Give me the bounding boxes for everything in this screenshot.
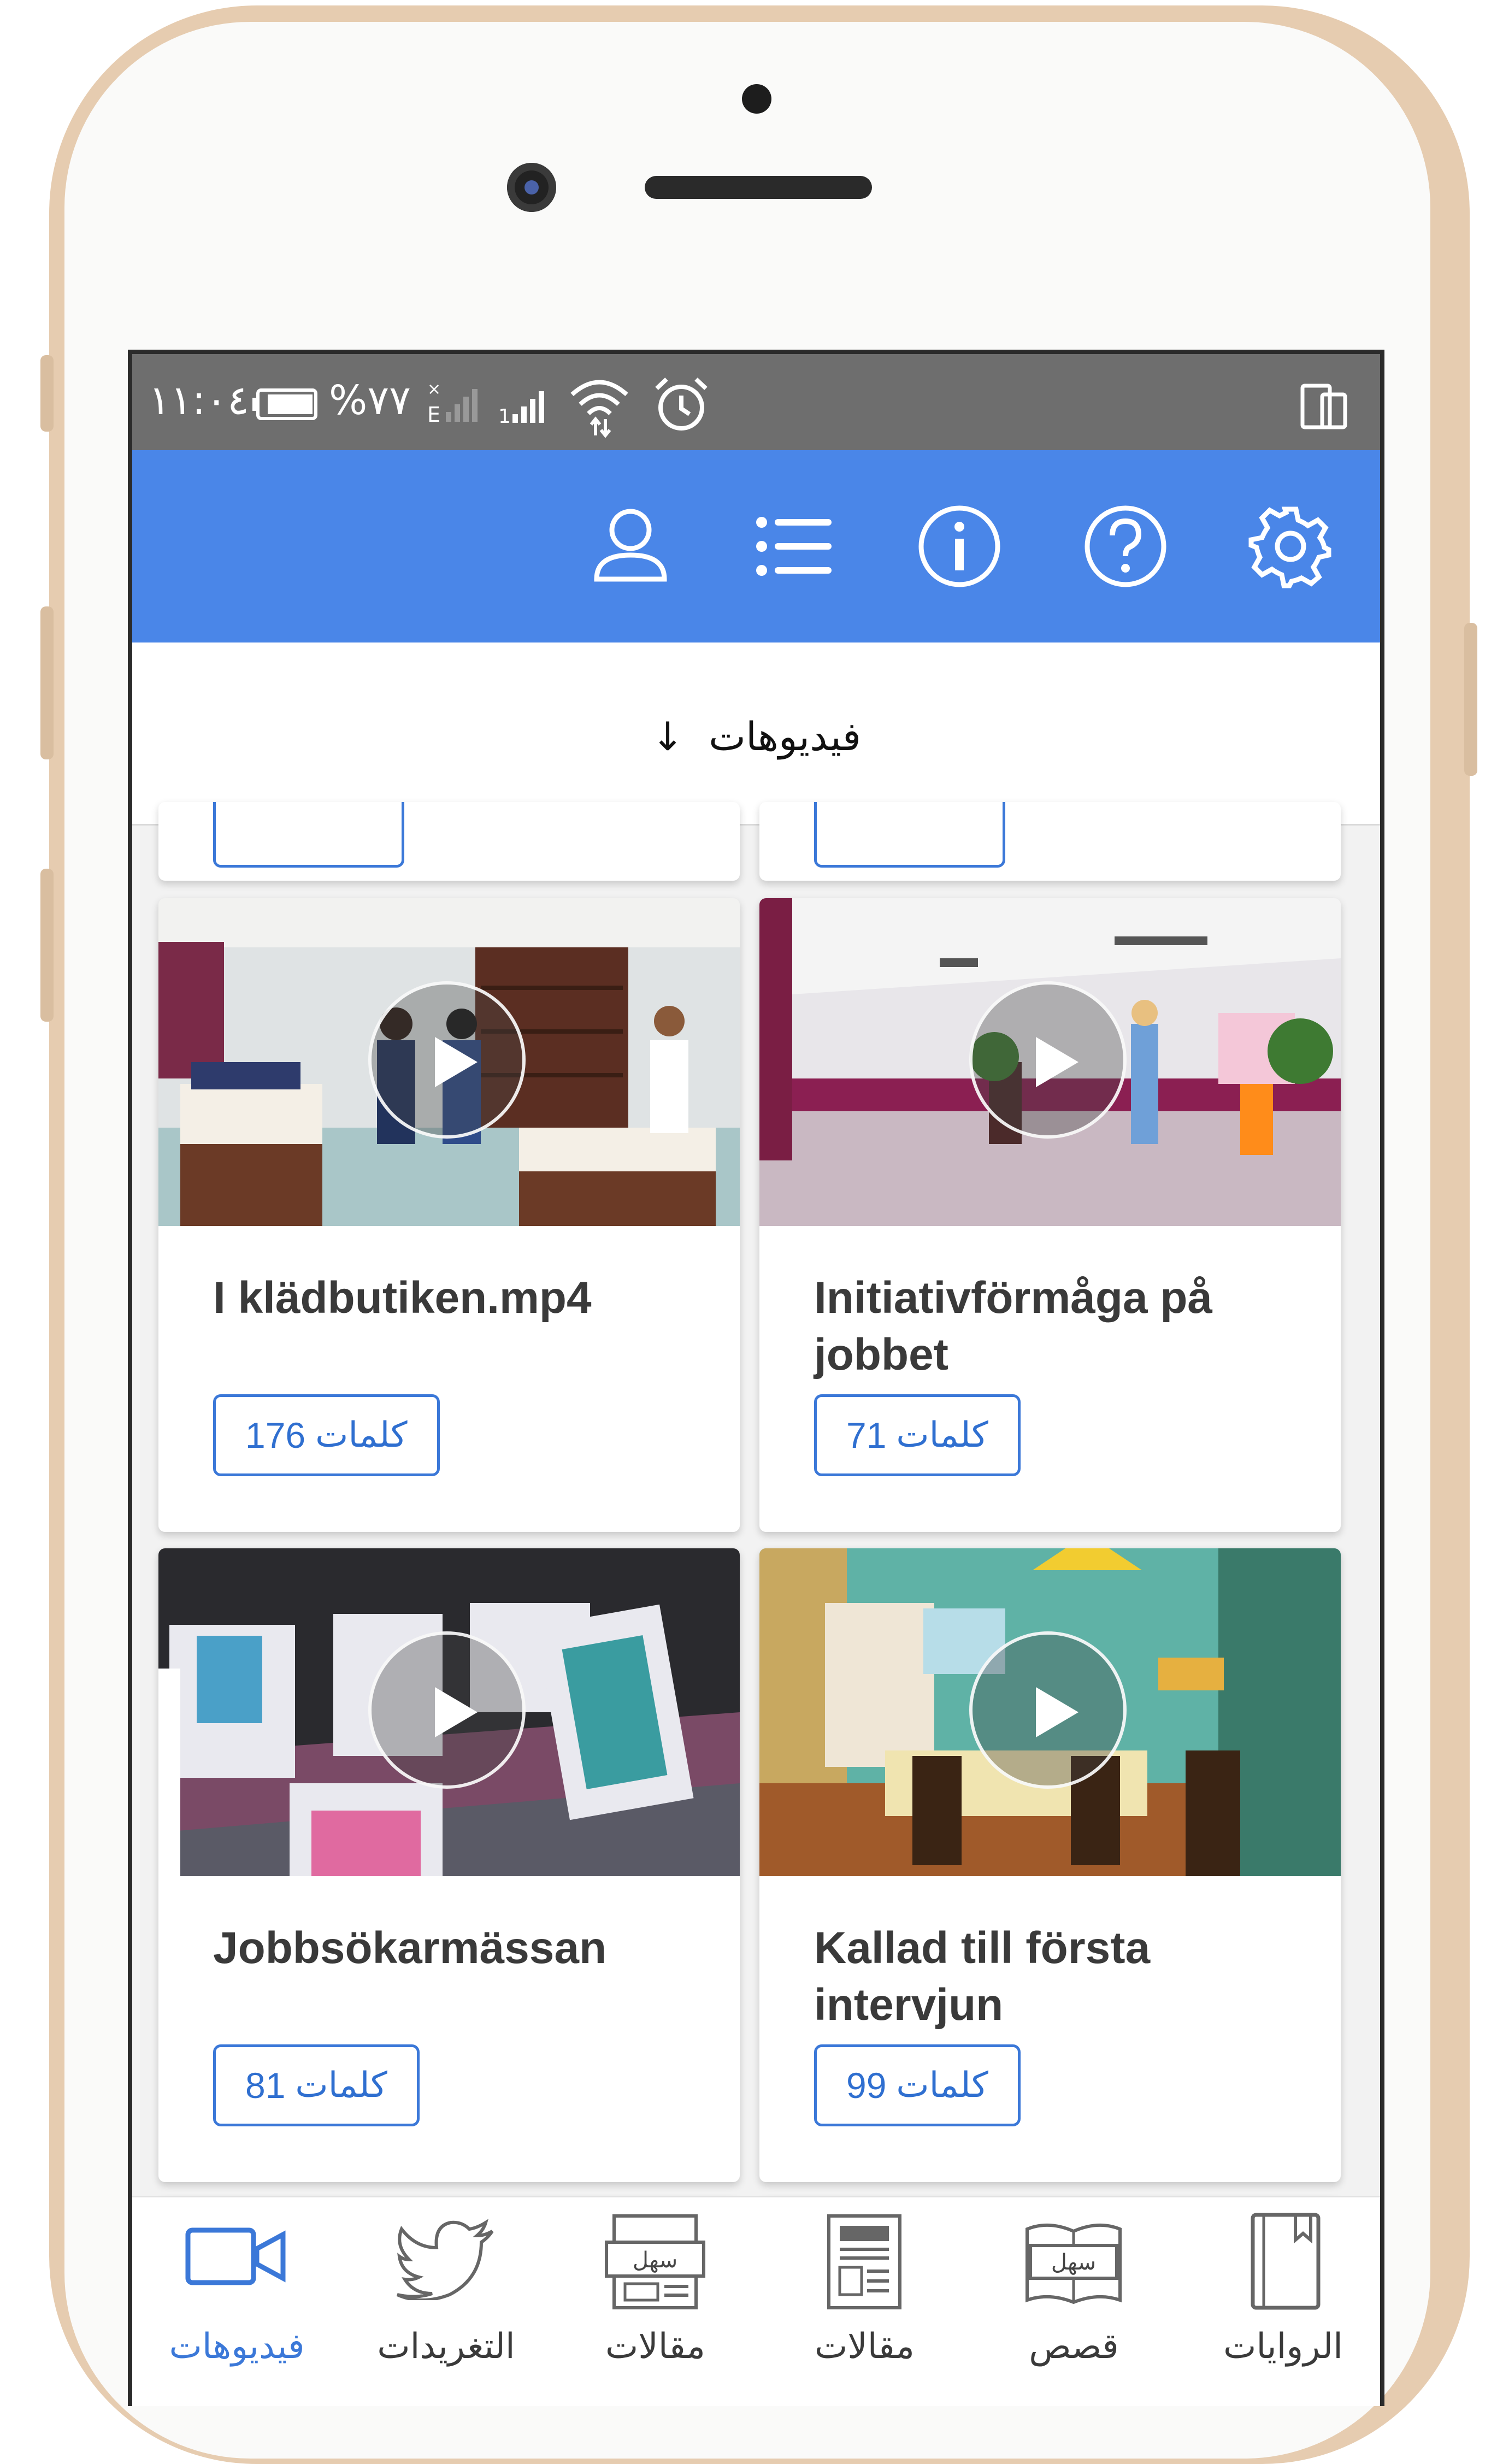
bottom-navigation: فيديوهات التغريدات سهل مقالات مقالات سهل…	[132, 2196, 1380, 2406]
proximity-sensor	[742, 84, 771, 114]
word-count-unit: كلمات	[896, 1415, 988, 1455]
video-card[interactable]: Kallad till första intervjun 99 كلمات	[759, 1548, 1341, 2182]
word-count-badge-partial	[814, 802, 1005, 868]
nav-label: الروايات	[1223, 2326, 1343, 2367]
rotate-screen-icon	[1300, 384, 1347, 429]
nav-label: مقالات	[815, 2326, 915, 2367]
nav-item-novels[interactable]: الروايات	[1178, 2197, 1380, 2406]
word-count-badge-partial	[213, 802, 404, 868]
nav-item-videos[interactable]: فيديوهات	[132, 2197, 341, 2406]
signal-no-data-icon: × E	[427, 380, 478, 425]
video-card-partial[interactable]	[158, 802, 740, 881]
phone-side-button	[1464, 623, 1477, 776]
video-card-partial[interactable]	[759, 802, 1341, 881]
word-count-unit: كلمات	[315, 1415, 408, 1455]
video-grid: I klädbutiken.mp4 176 كلمات Initiativför…	[132, 802, 1380, 2406]
nav-item-articles[interactable]: مقالات	[760, 2197, 969, 2406]
svg-text:سهل: سهل	[633, 2248, 677, 2273]
word-count-unit: كلمات	[896, 2065, 988, 2106]
nav-label: مقالات	[605, 2326, 705, 2367]
svg-text:×: ×	[427, 380, 441, 399]
word-count-badge[interactable]: 81 كلمات	[213, 2044, 420, 2126]
word-count-unit: كلمات	[295, 2065, 387, 2106]
section-header[interactable]: فيديوهات ↓	[132, 642, 1380, 826]
app-bar	[132, 450, 1380, 642]
video-card[interactable]: Initiativförmåga på jobbet 71 كلمات	[759, 898, 1341, 1532]
phone-side-button	[40, 606, 54, 759]
signal-icon: 1	[498, 391, 544, 425]
list-icon[interactable]	[751, 503, 838, 590]
front-camera	[507, 163, 556, 212]
play-button[interactable]	[368, 981, 526, 1139]
video-title: I klädbutiken.mp4	[213, 1273, 592, 1323]
video-thumbnail[interactable]	[759, 1548, 1341, 1876]
battery-percent: %٧٧	[329, 377, 411, 424]
video-icon	[185, 2227, 286, 2285]
video-title: Kallad till första intervjun	[814, 1923, 1151, 2030]
word-count: 81	[245, 2065, 286, 2106]
section-title[interactable]: فيديوهات ↓	[132, 714, 1380, 759]
word-count: 71	[846, 1415, 887, 1455]
wifi-icon	[570, 380, 628, 438]
alarm-icon	[655, 378, 708, 431]
status-bar: ١١:٠٤ %٧٧ × E 1	[132, 354, 1380, 450]
svg-text:E: E	[427, 403, 440, 425]
help-icon[interactable]	[1082, 503, 1169, 590]
word-count: 99	[846, 2065, 887, 2106]
svg-text:1: 1	[498, 405, 511, 425]
video-thumbnail[interactable]	[759, 898, 1341, 1226]
play-button[interactable]	[969, 1631, 1127, 1789]
play-button[interactable]	[368, 1631, 526, 1789]
nav-item-stories[interactable]: سهل قصص	[969, 2197, 1178, 2406]
easy-book-icon: سهل	[1025, 2223, 1122, 2304]
word-count-badge[interactable]: 99 كلمات	[814, 2044, 1021, 2126]
settings-icon[interactable]	[1247, 503, 1334, 590]
newspaper-icon	[827, 2214, 901, 2309]
info-icon[interactable]	[916, 503, 1003, 590]
video-thumbnail[interactable]	[158, 1548, 740, 1876]
profile-icon[interactable]	[587, 503, 674, 590]
nav-label: فيديوهات	[169, 2326, 305, 2367]
easy-newspaper-icon: سهل	[605, 2214, 705, 2309]
nav-item-easy-articles[interactable]: سهل مقالات	[551, 2197, 760, 2406]
nav-label: قصص	[1029, 2326, 1119, 2367]
earpiece-speaker	[645, 176, 872, 199]
video-card[interactable]: I klädbutiken.mp4 176 كلمات	[158, 898, 740, 1532]
battery-icon	[252, 388, 317, 420]
nav-item-tweets[interactable]: التغريدات	[341, 2197, 551, 2406]
word-count-badge[interactable]: 71 كلمات	[814, 1394, 1021, 1476]
word-count-badge[interactable]: 176 كلمات	[213, 1394, 440, 1476]
nav-label: التغريدات	[377, 2326, 515, 2367]
section-title-text: فيديوهات	[709, 714, 862, 759]
video-title: Jobbsökarmässan	[213, 1923, 607, 1973]
status-time: ١١:٠٤	[149, 377, 249, 424]
svg-text:سهل: سهل	[1051, 2250, 1096, 2275]
video-card[interactable]: Jobbsökarmässan 81 كلمات	[158, 1548, 740, 2182]
phone-screen: ١١:٠٤ %٧٧ × E 1 فيديوهات ↓ I klädbutiken…	[128, 350, 1384, 2406]
bookmark-book-icon	[1251, 2213, 1321, 2310]
word-count: 176	[245, 1415, 306, 1455]
twitter-icon	[396, 2219, 494, 2300]
sort-arrow-icon: ↓	[651, 714, 685, 759]
play-button[interactable]	[969, 981, 1127, 1139]
video-thumbnail[interactable]	[158, 898, 740, 1226]
phone-side-button	[40, 869, 54, 1022]
phone-side-button	[40, 355, 54, 432]
video-title: Initiativförmåga på jobbet	[814, 1273, 1213, 1380]
